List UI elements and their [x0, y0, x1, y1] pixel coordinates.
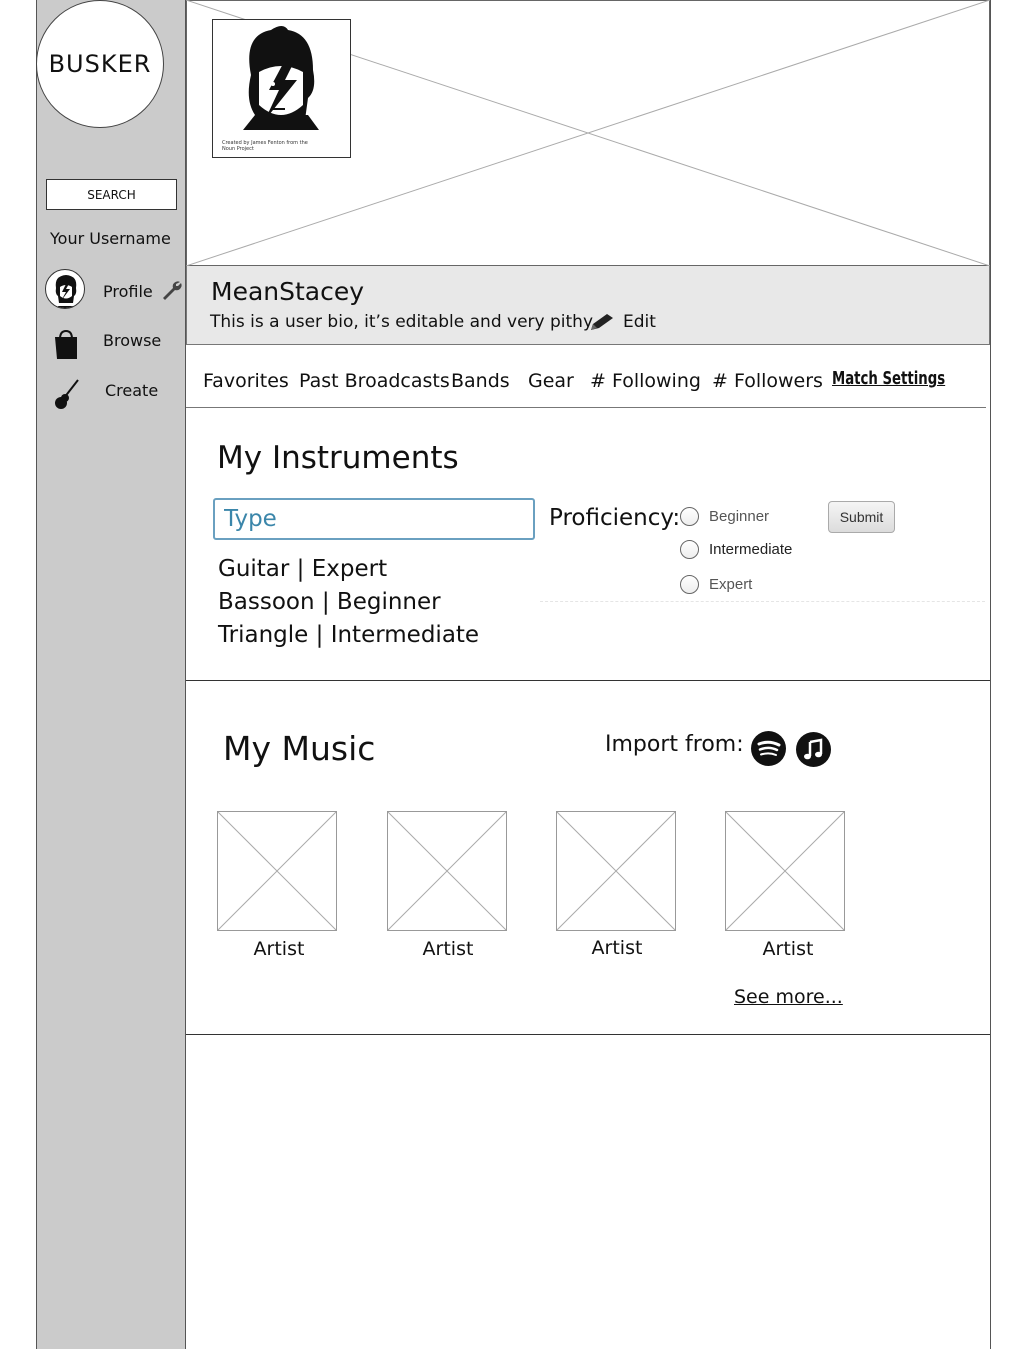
- shopping-bag-icon: [52, 329, 80, 365]
- radio-circle[interactable]: [680, 575, 699, 594]
- display-name: MeanStacey: [211, 277, 365, 306]
- user-bio: This is a user bio, it’s editable and ve…: [210, 312, 596, 332]
- divider: [186, 1034, 990, 1035]
- album-placeholder[interactable]: [387, 811, 507, 931]
- avatar[interactable]: [45, 269, 85, 309]
- album-placeholder[interactable]: [217, 811, 337, 931]
- artist-label[interactable]: Artist: [219, 938, 339, 960]
- tab-following[interactable]: # Following: [590, 370, 701, 392]
- avatar-face-icon: [55, 275, 77, 308]
- apple-music-icon[interactable]: [796, 732, 831, 767]
- edit-label: Edit: [623, 312, 656, 332]
- pencil-icon: [589, 312, 615, 332]
- tab-match-settings[interactable]: Match Settings: [832, 368, 945, 389]
- spotify-icon[interactable]: [751, 731, 786, 766]
- album-placeholder[interactable]: [556, 811, 676, 931]
- profile-picture[interactable]: [212, 19, 351, 158]
- radio-circle[interactable]: [680, 507, 699, 526]
- username-label: Your Username: [50, 229, 171, 248]
- artist-label[interactable]: Artist: [728, 938, 848, 960]
- edit-bio-button[interactable]: Edit: [589, 312, 656, 332]
- guitar-icon: [52, 378, 80, 416]
- divider: [186, 680, 990, 681]
- sidebar-item-profile[interactable]: Profile: [103, 280, 183, 302]
- radio-intermediate[interactable]: Intermediate: [680, 540, 792, 559]
- sidebar-item-label: Create: [105, 381, 159, 400]
- artist-label[interactable]: Artist: [388, 938, 508, 960]
- sidebar-item-create[interactable]: Create: [105, 381, 158, 400]
- album-placeholder[interactable]: [725, 811, 845, 931]
- image-credit: Created by James Fenton from the Noun Pr…: [222, 140, 308, 152]
- sidebar-item-label: Browse: [103, 331, 162, 350]
- tab-gear[interactable]: Gear: [528, 370, 574, 392]
- proficiency-label: Proficiency:: [549, 505, 681, 531]
- instrument-item: Bassoon | Beginner: [218, 589, 441, 615]
- import-label: Import from:: [605, 732, 744, 757]
- radio-beginner[interactable]: Beginner: [680, 507, 769, 526]
- tab-past-broadcasts[interactable]: Past Broadcasts: [299, 370, 450, 392]
- radio-circle[interactable]: [680, 540, 699, 559]
- artist-label[interactable]: Artist: [557, 937, 677, 959]
- sidebar-item-label: Profile: [103, 281, 153, 301]
- search-button[interactable]: SEARCH: [46, 179, 177, 210]
- tab-favorites[interactable]: Favorites: [203, 370, 289, 392]
- radio-label: Intermediate: [709, 541, 793, 558]
- sidebar-item-browse[interactable]: Browse: [103, 331, 161, 350]
- section-title-music: My Music: [223, 729, 376, 768]
- see-more-link[interactable]: See more...: [734, 986, 843, 1008]
- submit-button[interactable]: Submit: [828, 501, 895, 533]
- app-logo[interactable]: BUSKER: [36, 0, 164, 128]
- tab-bands[interactable]: Bands: [451, 370, 510, 392]
- wrench-icon[interactable]: [161, 280, 183, 302]
- instrument-item: Triangle | Intermediate: [218, 622, 480, 648]
- radio-expert[interactable]: Expert: [680, 575, 752, 594]
- radio-label: Expert: [709, 576, 753, 593]
- divider: [186, 407, 986, 408]
- tab-followers[interactable]: # Followers: [712, 370, 823, 392]
- instrument-item: Guitar | Expert: [218, 556, 388, 582]
- radio-label: Beginner: [709, 508, 770, 525]
- section-title-instruments: My Instruments: [217, 440, 459, 476]
- bowie-face-icon: [243, 26, 319, 130]
- instrument-type-input[interactable]: [213, 498, 535, 540]
- divider: [540, 601, 985, 602]
